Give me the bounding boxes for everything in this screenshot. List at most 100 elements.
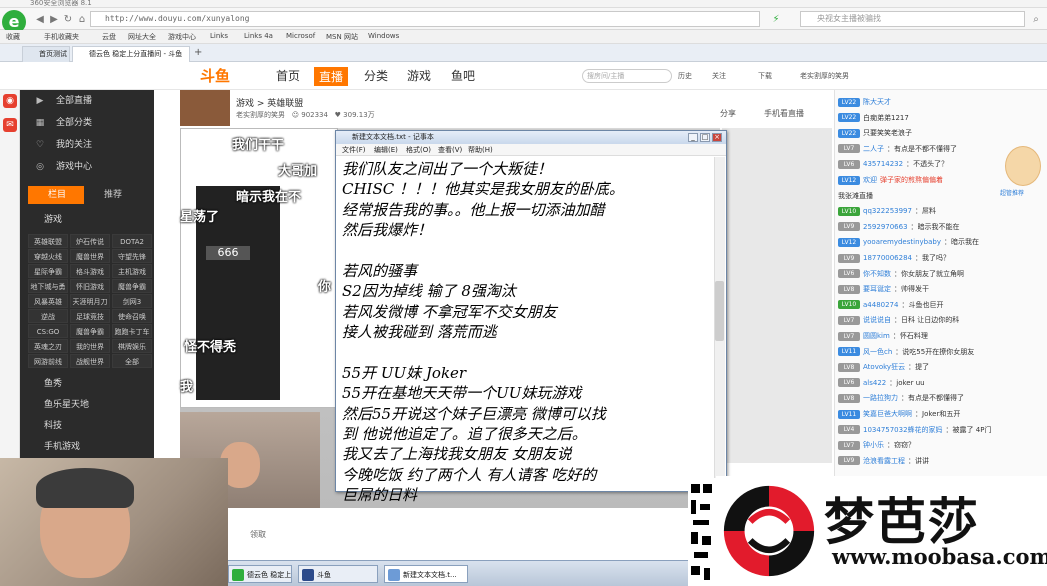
favorite-item[interactable]: MSN 网站: [326, 32, 358, 42]
douyu-logo[interactable]: 斗鱼: [200, 65, 260, 87]
browser-search-icon[interactable]: ⌕: [1030, 14, 1042, 26]
forward-icon[interactable]: ▶: [48, 14, 60, 26]
menu-view[interactable]: 查看(V): [438, 144, 462, 156]
category-tech[interactable]: 科技: [44, 418, 62, 431]
menu-edit[interactable]: 编辑(E): [374, 144, 398, 156]
game-category-item[interactable]: 炉石传说: [70, 234, 110, 248]
game-category-item[interactable]: 跑跑卡丁车: [112, 324, 152, 338]
sidebar-item-game-center[interactable]: ◎ 游戏中心: [20, 156, 154, 178]
nav-home[interactable]: 首页: [276, 67, 300, 84]
claim-button[interactable]: 领取: [250, 529, 266, 540]
favorite-item[interactable]: 游戏中心: [168, 32, 196, 42]
game-category-item[interactable]: 全部: [112, 354, 152, 368]
chat-username[interactable]: qq322253997: [863, 207, 912, 215]
sidebar-item-all-categories[interactable]: ▦ 全部分类: [20, 112, 154, 134]
favorite-item[interactable]: 收藏: [6, 32, 20, 42]
game-category-item[interactable]: 魔兽争霸: [112, 279, 152, 293]
game-category-item[interactable]: 风暴英雄: [28, 294, 68, 308]
taskbar-item-browser[interactable]: 德云色 稳定上分: [228, 565, 292, 583]
chat-username[interactable]: 圆圆kim: [863, 332, 890, 340]
nav-live[interactable]: 直播: [314, 67, 349, 86]
chat-username[interactable]: Atovoky狂云: [863, 363, 905, 371]
category-mobile-games[interactable]: 手机游戏: [44, 439, 80, 452]
tab-douyu[interactable]: 德云色 稳定上分直播间 - 斗鱼: [72, 46, 190, 62]
nav-category[interactable]: 分类: [364, 67, 388, 84]
favorite-item[interactable]: Windows: [368, 32, 399, 40]
game-category-item[interactable]: 星际争霸: [28, 264, 68, 278]
tab-columns[interactable]: 栏目: [28, 186, 84, 204]
nav-games[interactable]: 游戏: [407, 67, 431, 84]
category-fish-show[interactable]: 鱼秀: [44, 376, 62, 389]
weibo-icon[interactable]: ◉: [3, 94, 17, 108]
favorite-item[interactable]: 云盘: [102, 32, 116, 42]
game-category-item[interactable]: 棋牌娱乐: [112, 339, 152, 353]
mail-icon[interactable]: ✉: [3, 118, 17, 132]
douyu-search-input[interactable]: 搜房间/主播: [582, 69, 672, 83]
chat-username[interactable]: 435714232: [863, 160, 903, 168]
new-tab-button[interactable]: +: [194, 47, 202, 58]
url-input[interactable]: http://www.douyu.com/xunyalong: [90, 11, 760, 27]
category-entertainment[interactable]: 鱼乐星天地: [44, 397, 89, 410]
game-category-item[interactable]: 使命召唤: [112, 309, 152, 323]
game-category-item[interactable]: 剑网3: [112, 294, 152, 308]
streamer-avatar[interactable]: [180, 90, 230, 126]
sidebar-item-all-live[interactable]: ▶ 全部直播: [20, 90, 154, 112]
game-category-item[interactable]: 怀旧游戏: [70, 279, 110, 293]
chat-username[interactable]: als422: [863, 379, 886, 387]
chat-username[interactable]: 笑嘉巨爸大啊啊: [863, 410, 912, 418]
game-category-item[interactable]: 魔兽争霸: [70, 324, 110, 338]
chat-username[interactable]: 陈大天才: [863, 98, 891, 106]
game-category-item[interactable]: 魔兽世界: [70, 249, 110, 263]
mobile-watch-button[interactable]: 手机看直播: [764, 108, 804, 119]
recommend-label[interactable]: 超管推荐: [1000, 188, 1024, 197]
chat-username[interactable]: a4480274: [863, 301, 898, 309]
tab-recommend[interactable]: 推荐: [86, 186, 146, 204]
taskbar-item-douyu[interactable]: 斗鱼: [298, 565, 378, 583]
chat-username[interactable]: 说说说自: [863, 316, 891, 324]
back-icon[interactable]: ◀: [34, 14, 46, 26]
chat-username[interactable]: 一路拉狗力: [863, 394, 898, 402]
chat-username[interactable]: 2592970663: [863, 223, 908, 231]
maximize-icon[interactable]: □: [700, 133, 710, 142]
chat-username[interactable]: 18770006284: [863, 254, 912, 262]
favorite-item[interactable]: Microsof: [286, 32, 315, 40]
chat-username[interactable]: yooaremydestinybaby: [863, 238, 941, 246]
download-button[interactable]: 下载: [758, 71, 772, 81]
game-category-item[interactable]: 网游前线: [28, 354, 68, 368]
game-category-item[interactable]: 足球竞技: [70, 309, 110, 323]
menu-file[interactable]: 文件(F): [342, 144, 366, 156]
favorite-item[interactable]: 网址大全: [128, 32, 156, 42]
favorite-item[interactable]: 手机收藏夹: [44, 32, 79, 42]
chat-username[interactable]: 你不知数: [863, 270, 891, 278]
notepad-window[interactable]: 新建文本文档.txt - 记事本 _ □ × 文件(F) 编辑(E) 格式(O)…: [335, 130, 727, 504]
game-category-item[interactable]: 守望先锋: [112, 249, 152, 263]
game-category-item[interactable]: 天涯明月刀: [70, 294, 110, 308]
tab-home-test[interactable]: 首页测试: [22, 46, 70, 62]
game-category-item[interactable]: 穿越火线: [28, 249, 68, 263]
game-category-item[interactable]: DOTA2: [112, 234, 152, 248]
recommend-avatar[interactable]: [1005, 146, 1041, 186]
share-button[interactable]: 分享: [720, 108, 736, 119]
taskbar-item-notepad[interactable]: 新建文本文档.t...: [384, 565, 468, 583]
chat-username[interactable]: 1034757032蜂花的家妈: [863, 426, 943, 434]
streamer-name[interactable]: 老实割厚的笑男: [236, 111, 285, 119]
nav-fishbar[interactable]: 鱼吧: [451, 67, 475, 84]
favorite-item[interactable]: Links 4a: [244, 32, 273, 40]
close-icon[interactable]: ×: [712, 133, 722, 142]
game-category-item[interactable]: 地下城与勇: [28, 279, 68, 293]
game-category-item[interactable]: 我的世界: [70, 339, 110, 353]
notepad-text-area[interactable]: 我们队友之间出了一个大叛徒！ CHISC ！！！他其实是我女朋友的卧底。 经常报告我…: [342, 159, 712, 504]
chat-username[interactable]: 欢迎: [863, 176, 877, 184]
notepad-scroll-thumb[interactable]: [715, 281, 724, 341]
game-category-item[interactable]: 主机游戏: [112, 264, 152, 278]
browser-search-input[interactable]: 央视女主播被骗找: [800, 11, 1025, 27]
favorite-item[interactable]: Links: [210, 32, 228, 40]
chat-username[interactable]: 钟小乐: [863, 441, 884, 449]
game-category-item[interactable]: 格斗游戏: [70, 264, 110, 278]
menu-help[interactable]: 帮助(H): [468, 144, 493, 156]
chat-username[interactable]: 风一色ch: [863, 348, 892, 356]
game-category-item[interactable]: 战舰世界: [70, 354, 110, 368]
chat-username[interactable]: 要耳诞定: [863, 285, 891, 293]
sidebar-item-my-follows[interactable]: ♡ 我的关注: [20, 134, 154, 156]
follow-button[interactable]: 关注: [712, 71, 726, 81]
